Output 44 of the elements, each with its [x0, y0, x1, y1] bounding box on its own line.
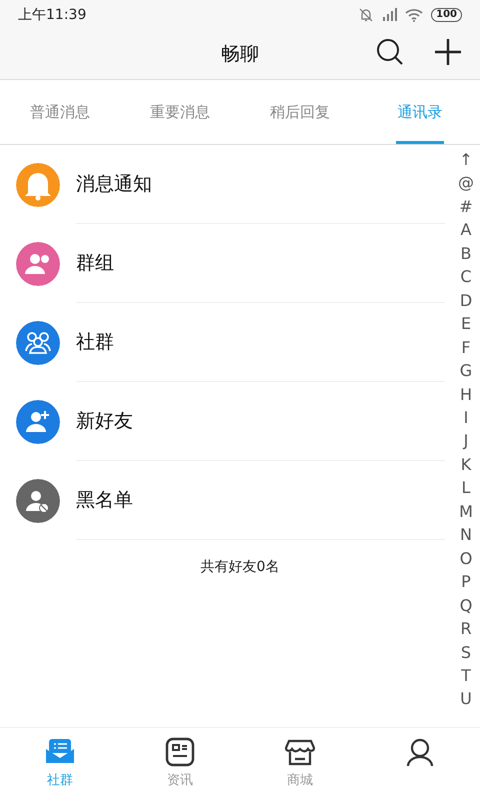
index-letter[interactable]: R [460, 617, 472, 641]
add-icon[interactable] [434, 38, 462, 66]
battery-icon: 100 [431, 8, 462, 22]
menu-item[interactable]: 社群 [76, 303, 445, 382]
index-letter[interactable]: J [464, 429, 468, 453]
index-letter[interactable]: I [464, 406, 468, 430]
friend-count: 共有好友0名 [200, 558, 280, 577]
index-letter[interactable]: N [460, 523, 472, 547]
tab[interactable]: 稍后回复 [240, 80, 360, 144]
tab[interactable]: 重要消息 [120, 80, 240, 144]
index-letter[interactable]: O [460, 546, 472, 570]
index-letter[interactable]: B [460, 242, 472, 266]
index-letter[interactable]: # [459, 194, 473, 218]
index-letter[interactable]: Q [460, 594, 472, 618]
index-letter[interactable]: ↑ [459, 148, 473, 172]
wifi-icon [405, 8, 424, 22]
index-letter[interactable]: U [460, 687, 472, 711]
index-letter[interactable]: E [460, 312, 472, 336]
menu-item[interactable]: 新好友 [76, 382, 445, 461]
tab[interactable]: 普通消息 [0, 80, 120, 144]
shop-icon [285, 737, 315, 767]
index-letter[interactable]: H [460, 382, 472, 406]
index-letter[interactable]: P [461, 570, 471, 594]
index-letter[interactable]: T [461, 664, 471, 688]
app-title: 畅聊 [221, 42, 259, 68]
index-letter[interactable]: @ [458, 171, 474, 195]
profile-icon [405, 737, 435, 767]
signal-icon [381, 8, 398, 22]
index-letter[interactable]: K [460, 452, 472, 476]
mute-bell-icon [359, 8, 374, 22]
index-letter[interactable]: D [460, 288, 472, 312]
index-letter[interactable]: G [460, 359, 472, 383]
index-letter[interactable]: S [460, 640, 472, 664]
index-letter[interactable]: M [459, 500, 473, 524]
index-letter[interactable]: C [460, 265, 472, 289]
menu-item[interactable]: 消息通知 [76, 145, 445, 224]
search-icon[interactable] [376, 38, 404, 66]
index-letter[interactable]: F [461, 336, 471, 360]
index-letter[interactable]: A [460, 218, 472, 242]
news-icon [165, 737, 195, 767]
menu-item[interactable]: 黑名单 [76, 461, 445, 540]
menu-item[interactable]: 群组 [76, 224, 445, 303]
status-time: 上午11:39 [18, 6, 86, 24]
index-letter[interactable]: L [462, 476, 470, 500]
